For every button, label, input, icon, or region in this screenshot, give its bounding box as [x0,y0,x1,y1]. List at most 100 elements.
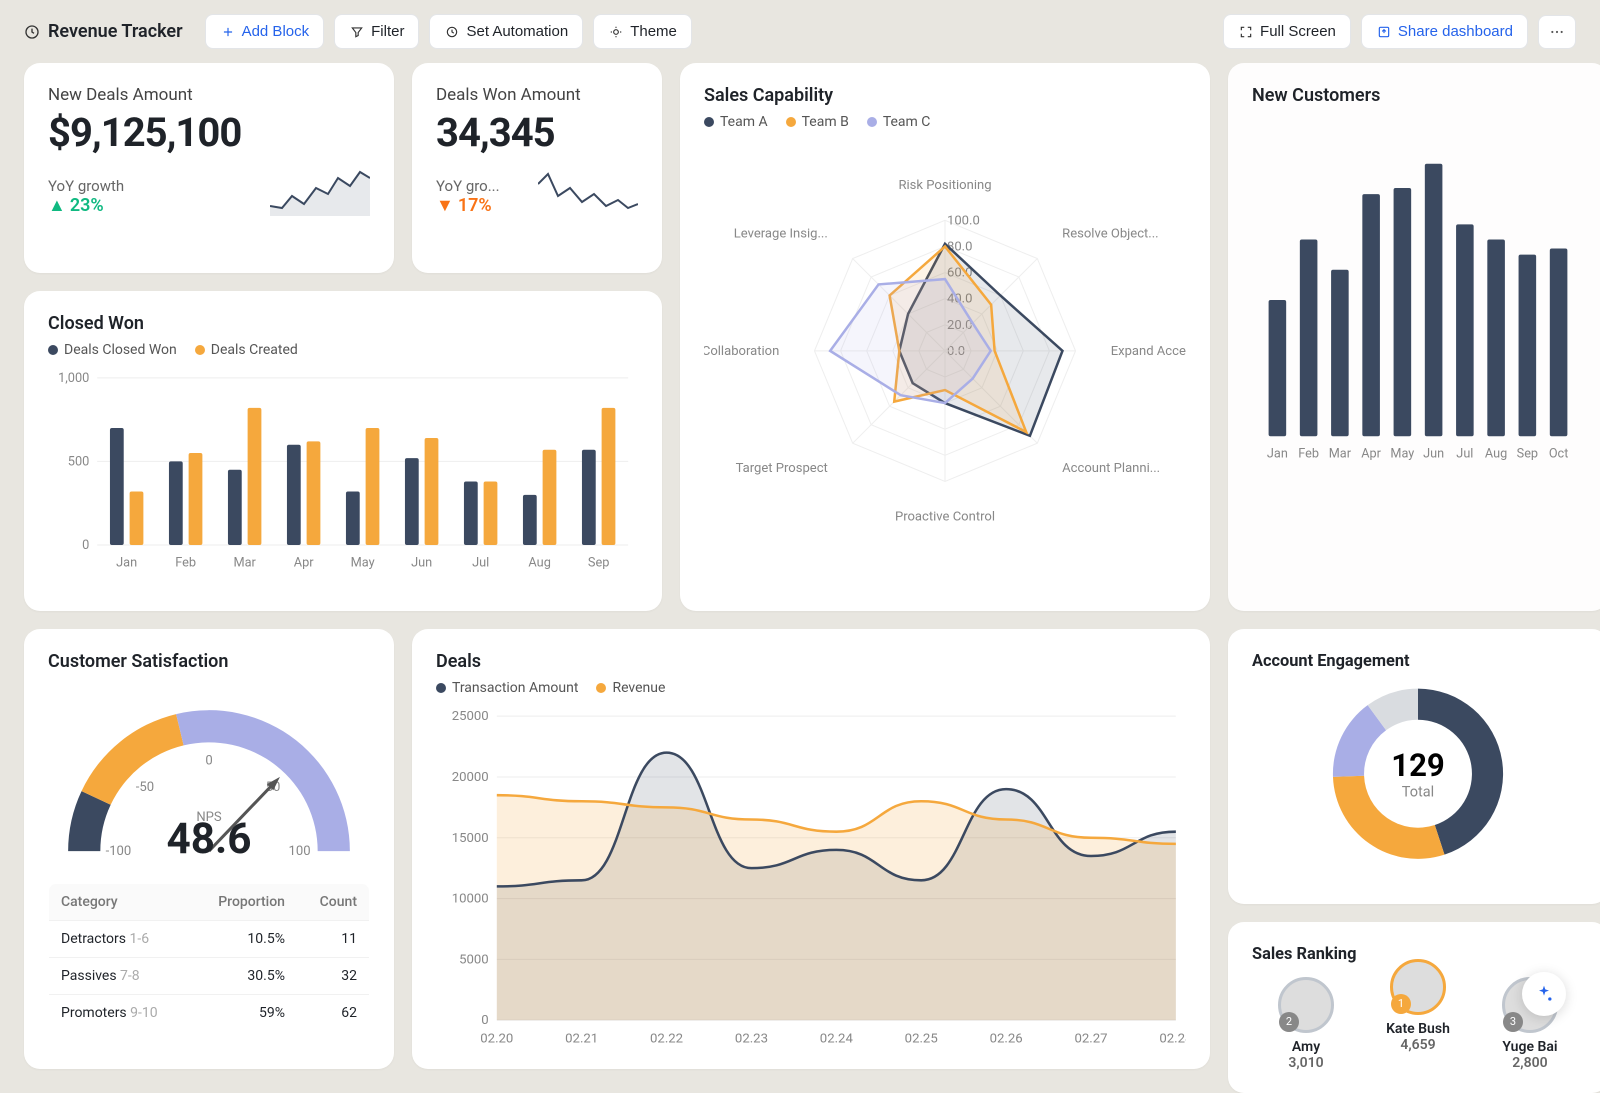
svg-text:48.6: 48.6 [167,815,252,864]
theme-button[interactable]: Theme [593,14,692,49]
svg-text:Jun: Jun [1423,447,1444,462]
svg-text:Expand Access: Expand Access [1111,344,1186,359]
svg-text:129: 129 [1391,747,1445,784]
svg-text:Account Planni...: Account Planni... [1062,461,1160,476]
svg-text:Collaboration: Collaboration [704,344,779,359]
sparkle-icon [1534,984,1554,1004]
caret-down-icon: ▼ [436,195,454,216]
legend-team-a: Team A [720,114,768,130]
closed-won-chart: 05001,000JanFebMarAprMayJunJulAugSep [48,368,638,575]
automation-icon [444,24,460,40]
svg-text:02.27: 02.27 [1074,1031,1107,1046]
deals-won-yoy-label: YoY gro... [436,177,500,195]
svg-text:-100: -100 [106,844,132,859]
svg-text:Resolve Object...: Resolve Object... [1062,227,1158,242]
add-block-label: Add Block [242,23,310,40]
card-sales-capability[interactable]: Sales Capability Team A Team B Team C 0.… [680,63,1210,611]
svg-text:0: 0 [481,1013,488,1028]
svg-text:500: 500 [68,454,90,469]
th-proportion: Proportion [191,884,297,921]
svg-text:0: 0 [205,754,212,769]
new-deals-sparkline [270,166,370,216]
csat-table: Category Proportion Count Detractors 1-6… [48,883,370,1032]
fullscreen-label: Full Screen [1260,23,1336,40]
csat-title: Customer Satisfaction [48,651,370,672]
deals-won-pct: 17% [458,195,492,216]
svg-text:0: 0 [82,538,89,553]
svg-text:Aug: Aug [1485,447,1507,462]
svg-text:10000: 10000 [452,892,489,907]
svg-text:02.24: 02.24 [820,1031,854,1046]
svg-text:25000: 25000 [452,709,489,724]
share-button[interactable]: Share dashboard [1361,14,1528,49]
new-deals-yoy-pct: ▲ 23% [48,195,124,216]
legend-team-c: Team C [883,114,931,130]
more-button[interactable] [1538,15,1576,49]
svg-text:May: May [351,556,375,571]
svg-text:02.21: 02.21 [565,1031,598,1046]
new-deals-yoy-label: YoY growth [48,177,124,195]
svg-text:Jul: Jul [1456,447,1473,462]
th-count: Count [297,884,370,921]
filter-button[interactable]: Filter [334,14,419,49]
new-customers-chart: JanFebMarAprMayJunJulAugSepOct [1252,114,1584,466]
new-deals-label: New Deals Amount [48,85,370,105]
automation-label: Set Automation [466,23,568,40]
sales-cap-legend: Team A Team B Team C [704,114,1186,130]
legend-team-b: Team B [802,114,849,130]
filter-label: Filter [371,23,404,40]
svg-text:Sep: Sep [588,556,610,571]
svg-text:Jun: Jun [411,556,432,571]
rank-name: Yuge Bai [1502,1039,1558,1055]
card-deals-won[interactable]: Deals Won Amount 34,345 YoY gro... ▼ 17% [412,63,662,273]
rank-1: 1 Kate Bush 4,659 [1386,959,1450,1071]
svg-text:Apr: Apr [1361,447,1381,462]
theme-label: Theme [630,23,677,40]
svg-text:Risk Positioning: Risk Positioning [898,178,991,193]
topbar: Revenue Tracker Add Block Filter Set Aut… [0,0,1600,63]
deals-won-value: 34,345 [436,109,638,156]
share-label: Share dashboard [1398,23,1513,40]
svg-text:Feb: Feb [175,556,196,571]
svg-text:-50: -50 [136,780,154,795]
automation-button[interactable]: Set Automation [429,14,583,49]
svg-text:100: 100 [289,844,311,859]
svg-text:Leverage Insig...: Leverage Insig... [734,227,828,242]
svg-text:Apr: Apr [294,556,314,571]
svg-text:Total: Total [1402,784,1434,801]
sales-capability-chart: 0.020.040.060.080.0100.0Risk Positioning… [704,140,1186,562]
table-row: Detractors 1-610.5%11 [49,921,370,958]
svg-text:02.25: 02.25 [905,1031,938,1046]
card-new-customers[interactable]: New Customers JanFebMarAprMayJunJulAugSe… [1228,63,1600,611]
new-customers-title: New Customers [1252,85,1584,106]
legend-transaction: Transaction Amount [452,680,578,696]
deals-chart: 050001000015000200002500002.2002.2102.22… [436,706,1186,1051]
card-closed-won[interactable]: Closed Won Deals Closed Won Deals Create… [24,291,662,611]
card-customer-satisfaction[interactable]: Customer Satisfaction -100-50050100NPS48… [24,629,394,1069]
deals-legend: Transaction Amount Revenue [436,680,1186,696]
deals-won-yoy-pct: ▼ 17% [436,195,500,216]
svg-text:Target Prospect: Target Prospect [736,461,828,476]
rank-name: Kate Bush [1386,1021,1450,1037]
engage-title: Account Engagement [1252,651,1584,670]
svg-text:02.20: 02.20 [480,1031,513,1046]
legend-a: Deals Closed Won [64,342,177,358]
fullscreen-button[interactable]: Full Screen [1223,14,1351,49]
add-block-button[interactable]: Add Block [205,14,325,49]
sales-cap-title: Sales Capability [704,85,1186,106]
new-deals-pct: 23% [70,195,104,216]
svg-text:Mar: Mar [1329,447,1352,462]
svg-text:Proactive Control: Proactive Control [895,510,995,525]
svg-text:02.28: 02.28 [1159,1031,1186,1046]
svg-text:20000: 20000 [452,770,489,785]
card-new-deals[interactable]: New Deals Amount $9,125,100 YoY growth ▲… [24,63,394,273]
avatar: 2 [1278,977,1334,1033]
page-title: Revenue Tracker [48,21,183,42]
share-icon [1376,24,1392,40]
card-deals[interactable]: Deals Transaction Amount Revenue 0500010… [412,629,1210,1069]
svg-text:Mar: Mar [233,556,256,571]
svg-text:02.22: 02.22 [650,1031,683,1046]
assistant-fab[interactable] [1522,972,1566,1016]
card-account-engagement[interactable]: Account Engagement 129Total [1228,629,1600,904]
new-deals-value: $9,125,100 [48,109,370,156]
